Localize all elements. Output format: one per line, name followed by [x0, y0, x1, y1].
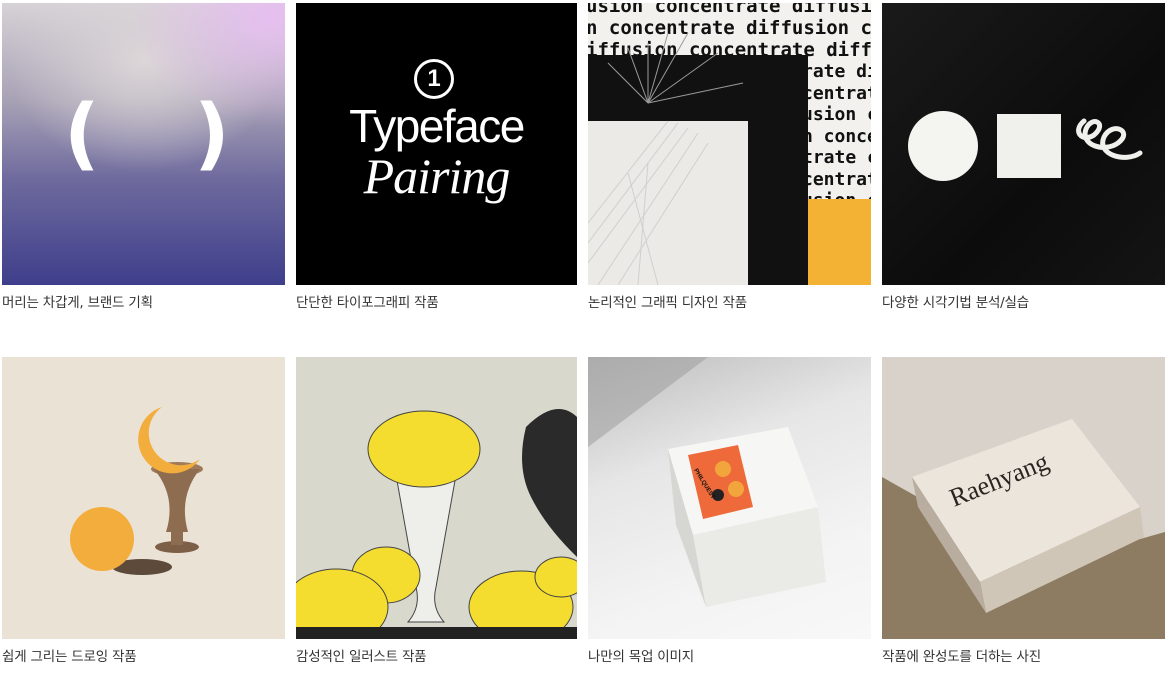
open-bracket-glyph: ( [64, 89, 100, 179]
card-caption[interactable]: 단단한 타이포그래피 작품 [296, 294, 577, 312]
radiating-lines-graphic [588, 32, 744, 285]
thumbnail-diffusion-concentrate[interactable]: usion concentrate diffusion co n concent… [588, 3, 871, 285]
box-mockup-graphic: PHILQUEST [588, 357, 826, 607]
lemons-illustration [296, 357, 577, 639]
card-visual-techniques[interactable]: 다양한 시각기법 분석/실습 [882, 3, 1165, 312]
card-caption[interactable]: 머리는 차갑게, 브랜드 기획 [2, 294, 285, 312]
card-caption[interactable]: 쉽게 그리는 드로잉 작품 [2, 648, 285, 666]
card-graphic-design[interactable]: usion concentrate diffusion co n concent… [588, 3, 871, 312]
thumbnail-box-mockup[interactable]: PHILQUEST [588, 357, 871, 639]
thumbnail-gradient-brackets[interactable]: ( ) [2, 3, 285, 285]
card-caption[interactable]: 논리적인 그래픽 디자인 작품 [588, 294, 871, 312]
thumbnail-shapes[interactable] [882, 3, 1165, 285]
close-bracket-glyph: ) [194, 89, 230, 179]
thumbnail-lemons[interactable] [296, 357, 577, 639]
card-caption[interactable]: 나만의 목업 이미지 [588, 648, 871, 666]
drawing-illustration [70, 407, 203, 575]
card-caption[interactable]: 감성적인 일러스트 작품 [296, 648, 577, 666]
thumbnail-moon-orange[interactable] [2, 357, 285, 639]
card-caption[interactable]: 작품에 완성도를 더하는 사진 [882, 648, 1165, 666]
card-brand-planning[interactable]: ( ) 머리는 차갑게, 브랜드 기획 [2, 3, 285, 312]
card-photography[interactable]: Raehyang 작품에 완성도를 더하는 사진 [882, 357, 1165, 666]
scribble-shape [1076, 118, 1143, 160]
pairing-title: Pairing [363, 148, 511, 204]
typeface-title: Typeface [349, 100, 525, 152]
thumbnail-product-photo[interactable]: Raehyang [882, 357, 1165, 639]
portfolio-grid: ( ) 머리는 차갑게, 브랜드 기획 1 Typeface Pairing 단… [0, 0, 1170, 684]
circled-number: 1 [414, 59, 454, 99]
card-illustration[interactable]: 감성적인 일러스트 작품 [296, 357, 577, 666]
card-drawing[interactable]: 쉽게 그리는 드로잉 작품 [2, 357, 285, 666]
card-typography[interactable]: 1 Typeface Pairing 단단한 타이포그래피 작품 [296, 3, 577, 312]
card-caption[interactable]: 다양한 시각기법 분석/실습 [882, 294, 1165, 312]
card-mockup[interactable]: PHILQUEST 나만의 목업 이미지 [588, 357, 871, 666]
product-photo-graphic: Raehyang [882, 357, 1165, 639]
thumbnail-typeface-pairing[interactable]: 1 Typeface Pairing [296, 3, 577, 285]
